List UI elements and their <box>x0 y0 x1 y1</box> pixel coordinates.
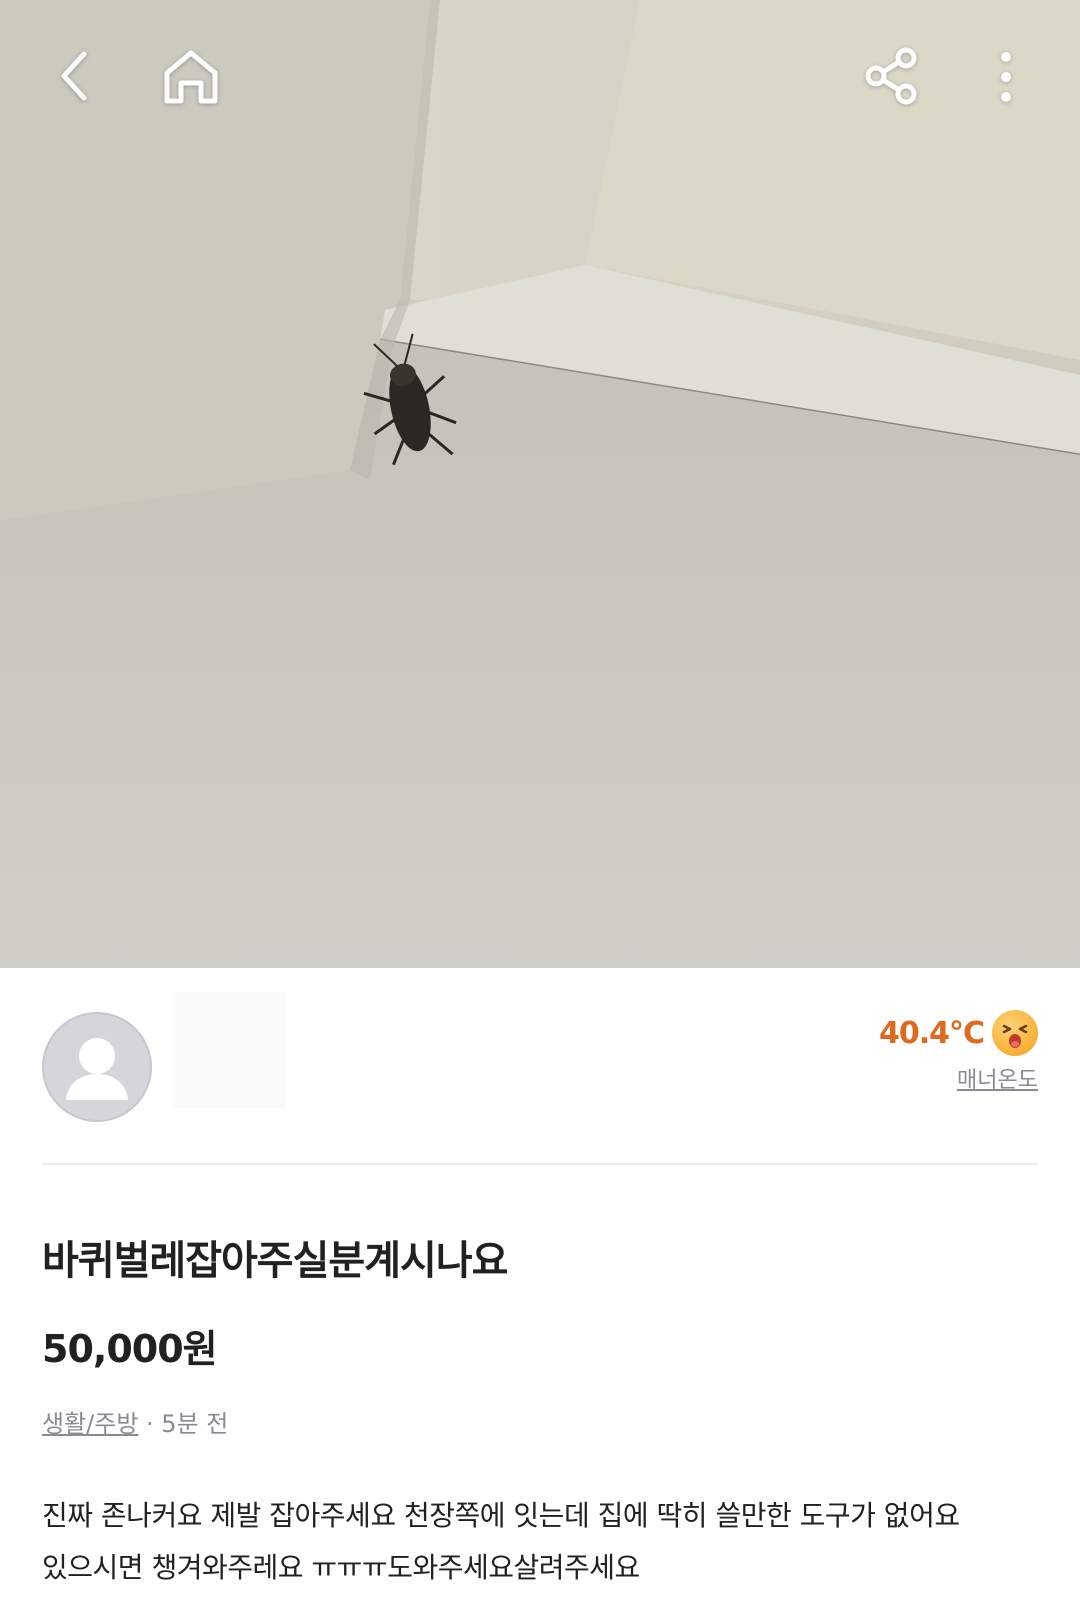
post-body: 진짜 존나커요 제발 잡아주세요 천장쪽에 잇는데 집에 딱히 쓸만한 도구가 … <box>42 1490 1042 1594</box>
home-icon <box>164 50 218 104</box>
divider <box>42 1163 1038 1165</box>
manner-temperature: 40.4°C <box>879 1010 1038 1056</box>
post-meta: 생활/주방 · 5분 전 <box>42 1404 228 1439</box>
default-avatar-icon <box>66 1038 128 1100</box>
temperature-value: 40.4°C <box>878 1015 985 1051</box>
post-photo[interactable] <box>0 0 1080 968</box>
time-ago: 5분 전 <box>161 1410 229 1438</box>
back-button[interactable] <box>44 46 104 106</box>
chevron-left-icon <box>61 51 87 101</box>
meta-separator: · <box>138 1410 162 1438</box>
category-link[interactable]: 생활/주방 <box>42 1410 138 1438</box>
photo-cockroach <box>0 0 1080 968</box>
share-button[interactable] <box>858 42 926 110</box>
nickname-redacted <box>172 992 286 1108</box>
home-button[interactable] <box>158 44 224 110</box>
more-vertical-icon <box>1001 52 1011 102</box>
share-icon <box>865 47 917 105</box>
more-button[interactable] <box>984 44 1028 110</box>
post-title: 바퀴벌레잡아주실분계시나요 <box>42 1238 508 1284</box>
avatar[interactable] <box>42 1012 152 1122</box>
post-body-line: 진짜 존나커요 제발 잡아주세요 천장쪽에 잇는데 집에 딱히 쓸만한 도구가 … <box>42 1499 960 1532</box>
seller-profile[interactable]: 40.4°C 매너온도 <box>42 990 1038 1160</box>
hot-face-emoji-icon <box>992 1010 1038 1056</box>
post-price: 50,000원 <box>42 1327 218 1371</box>
post-body-line: 있으시면 챙겨와주레요 ㅠㅠㅠ도와주세요살려주세요 <box>42 1551 640 1584</box>
manner-temperature-label[interactable]: 매너온도 <box>957 1062 1038 1094</box>
